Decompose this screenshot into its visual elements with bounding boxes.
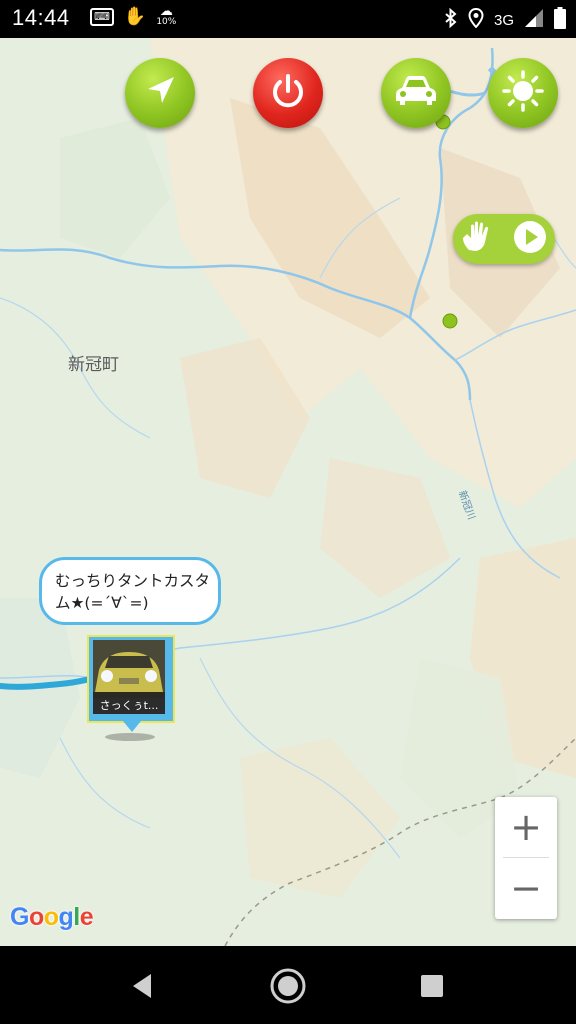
marker-shadow: [105, 733, 155, 741]
speech-line-2: ム★(=´∀`=): [55, 594, 149, 612]
marker-pointer: [123, 721, 141, 732]
user-location-marker[interactable]: さっくぅt...: [87, 635, 175, 741]
navigation-button[interactable]: [125, 58, 195, 128]
home-icon[interactable]: [268, 966, 308, 1006]
hand-icon: ✋: [123, 6, 147, 27]
bluetooth-icon: [444, 7, 458, 32]
back-icon[interactable]: [122, 966, 162, 1006]
map-view[interactable]: 新冠町 新冠川 むっちりタントカスタ ム★(=´∀`=) さっくぅt... + …: [0, 38, 576, 946]
status-time: 14:44: [12, 5, 70, 30]
recents-icon[interactable]: [412, 966, 452, 1006]
power-button[interactable]: [253, 58, 323, 128]
play-icon[interactable]: [512, 219, 548, 259]
user-speech-bubble[interactable]: むっちりタントカスタ ム★(=´∀`=): [39, 557, 221, 625]
map-terrain: [0, 38, 576, 946]
keyboard-icon: ⌨: [90, 7, 114, 26]
avatar: [93, 640, 165, 700]
car-button[interactable]: [381, 58, 451, 128]
network-type: 3G: [493, 11, 514, 29]
hand-icon[interactable]: [461, 220, 497, 258]
navigation-bar: [0, 946, 576, 1024]
town-label: 新冠町: [68, 355, 119, 375]
location-icon: [468, 7, 484, 32]
google-logo: Google: [10, 903, 94, 931]
status-notification-icons: ⌨ ✋ ☁ 10%: [90, 3, 177, 27]
battery-icon: [554, 7, 566, 33]
car-icon: [394, 74, 438, 112]
zoom-out-button[interactable]: −: [495, 858, 557, 918]
weather-icon: ☁ 10%: [156, 3, 177, 27]
signal-icon: [524, 8, 544, 32]
marker-label: さっくぅt...: [93, 698, 165, 714]
speech-line-1: むっちりタントカスタ: [55, 572, 211, 590]
sun-icon: [501, 69, 545, 117]
gesture-playback-control[interactable]: [453, 214, 555, 264]
status-system-icons: 3G: [444, 7, 566, 33]
navigation-arrow-icon: [142, 73, 178, 113]
status-bar: 14:44 ⌨ ✋ ☁ 10% 3G: [0, 0, 576, 38]
zoom-control: + −: [495, 797, 557, 919]
brightness-button[interactable]: [488, 58, 558, 128]
power-icon: [269, 72, 307, 114]
weather-percent: 10%: [156, 16, 177, 27]
zoom-in-button[interactable]: +: [495, 797, 557, 857]
